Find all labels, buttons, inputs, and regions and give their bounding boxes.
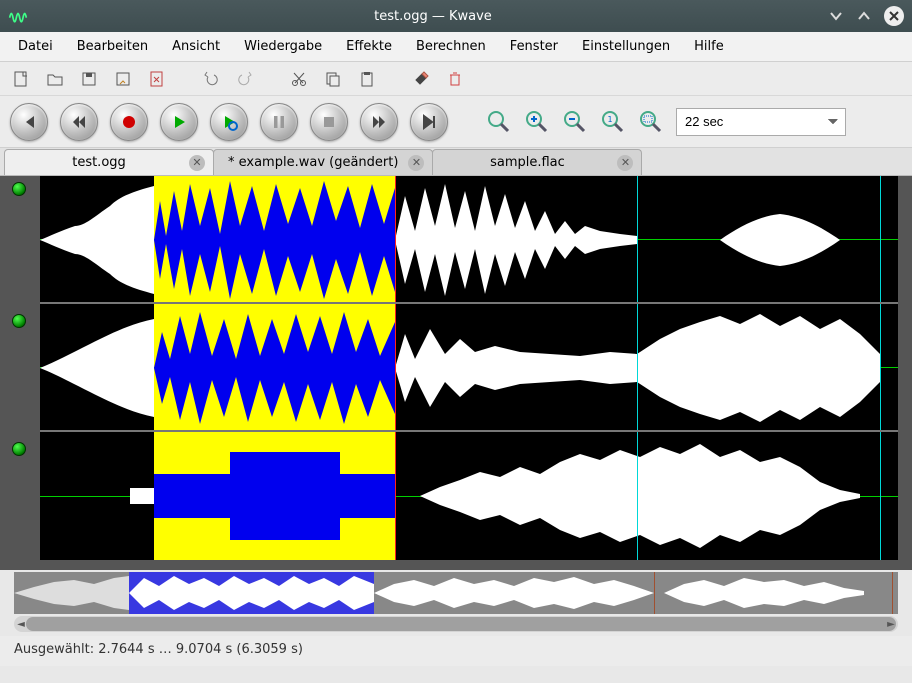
tab-1[interactable]: * example.wav (geändert)✕ — [213, 149, 433, 175]
track-2[interactable] — [40, 432, 898, 560]
open-file-button[interactable] — [44, 68, 66, 90]
menu-edit[interactable]: Bearbeiten — [65, 33, 160, 60]
titlebar: test.ogg — Kwave — [0, 0, 912, 32]
play-button[interactable] — [160, 103, 198, 141]
stop-button[interactable] — [310, 103, 348, 141]
erase-button[interactable] — [410, 68, 432, 90]
menu-file[interactable]: Datei — [6, 33, 65, 60]
overview-strip[interactable] — [14, 572, 898, 614]
scrollbar-thumb[interactable] — [26, 617, 896, 631]
track-led-1[interactable] — [12, 314, 26, 328]
play-cursor — [395, 304, 396, 430]
waveform-1 — [40, 304, 898, 432]
tab-close-icon[interactable]: ✕ — [189, 155, 205, 171]
minimize-button[interactable] — [828, 8, 844, 24]
skip-end-button[interactable] — [410, 103, 448, 141]
status-text: Ausgewählt: 2.7644 s … 9.0704 s (6.3059 … — [14, 642, 303, 657]
track-led-0[interactable] — [12, 182, 26, 196]
delete-button[interactable] — [444, 68, 466, 90]
tab-close-icon[interactable]: ✕ — [617, 155, 633, 171]
app-logo-icon — [8, 6, 28, 26]
horizontal-scrollbar[interactable]: ◄ ► — [14, 616, 898, 632]
close-file-button[interactable] — [146, 68, 168, 90]
window-title: test.ogg — Kwave — [38, 9, 828, 24]
maximize-button[interactable] — [856, 8, 872, 24]
menu-window[interactable]: Fenster — [498, 33, 570, 60]
zoom-all-icon[interactable] — [638, 109, 664, 135]
overview-marker-0 — [654, 572, 655, 614]
marker-0[interactable] — [637, 176, 638, 302]
marker-0[interactable] — [637, 432, 638, 560]
zoom-default-icon[interactable] — [486, 109, 512, 135]
marker-1[interactable] — [880, 176, 881, 302]
pause-button[interactable] — [260, 103, 298, 141]
svg-text:1: 1 — [607, 115, 612, 124]
menu-playback[interactable]: Wiedergabe — [232, 33, 334, 60]
waveform-2 — [40, 432, 898, 560]
waveform-canvas[interactable] — [0, 176, 912, 570]
overview-selection — [129, 572, 374, 614]
menu-effects[interactable]: Effekte — [334, 33, 404, 60]
marker-0[interactable] — [637, 304, 638, 430]
record-button[interactable] — [110, 103, 148, 141]
undo-button[interactable] — [200, 68, 222, 90]
play-cursor — [395, 432, 396, 560]
status-bar: Ausgewählt: 2.7644 s … 9.0704 s (6.3059 … — [0, 636, 912, 666]
tab-0[interactable]: test.ogg✕ — [4, 149, 214, 175]
tab-close-icon[interactable]: ✕ — [408, 155, 424, 171]
play-loop-button[interactable] — [210, 103, 248, 141]
scroll-right-arrow[interactable]: ► — [884, 616, 898, 632]
redo-button[interactable] — [234, 68, 256, 90]
close-button[interactable] — [884, 6, 904, 26]
menu-settings[interactable]: Einstellungen — [570, 33, 682, 60]
skip-start-button[interactable] — [10, 103, 48, 141]
new-file-button[interactable] — [10, 68, 32, 90]
cut-button[interactable] — [288, 68, 310, 90]
save-as-button[interactable] — [112, 68, 134, 90]
zoom-out-icon[interactable] — [562, 109, 588, 135]
track-led-2[interactable] — [12, 442, 26, 456]
play-cursor — [395, 176, 396, 302]
copy-button[interactable] — [322, 68, 344, 90]
menu-calculate[interactable]: Berechnen — [404, 33, 498, 60]
marker-1[interactable] — [880, 432, 881, 560]
waveform-0 — [40, 176, 898, 304]
menu-view[interactable]: Ansicht — [160, 33, 232, 60]
zoom-one-to-one-icon[interactable]: 1 — [600, 109, 626, 135]
zoom-in-icon[interactable] — [524, 109, 550, 135]
track-0[interactable] — [40, 176, 898, 304]
menu-help[interactable]: Hilfe — [682, 33, 736, 60]
paste-button[interactable] — [356, 68, 378, 90]
forward-button[interactable] — [360, 103, 398, 141]
file-toolbar — [0, 62, 912, 96]
track-1[interactable] — [40, 304, 898, 432]
overview-marker-1 — [892, 572, 893, 614]
rewind-button[interactable] — [60, 103, 98, 141]
marker-1[interactable] — [880, 304, 881, 430]
file-tabs: test.ogg✕ * example.wav (geändert)✕ samp… — [0, 148, 912, 176]
save-button[interactable] — [78, 68, 100, 90]
playback-toolbar: 1 22 sec — [0, 96, 912, 148]
zoom-select[interactable]: 22 sec — [676, 108, 846, 136]
menubar: Datei Bearbeiten Ansicht Wiedergabe Effe… — [0, 32, 912, 62]
tab-2[interactable]: sample.flac✕ — [432, 149, 642, 175]
